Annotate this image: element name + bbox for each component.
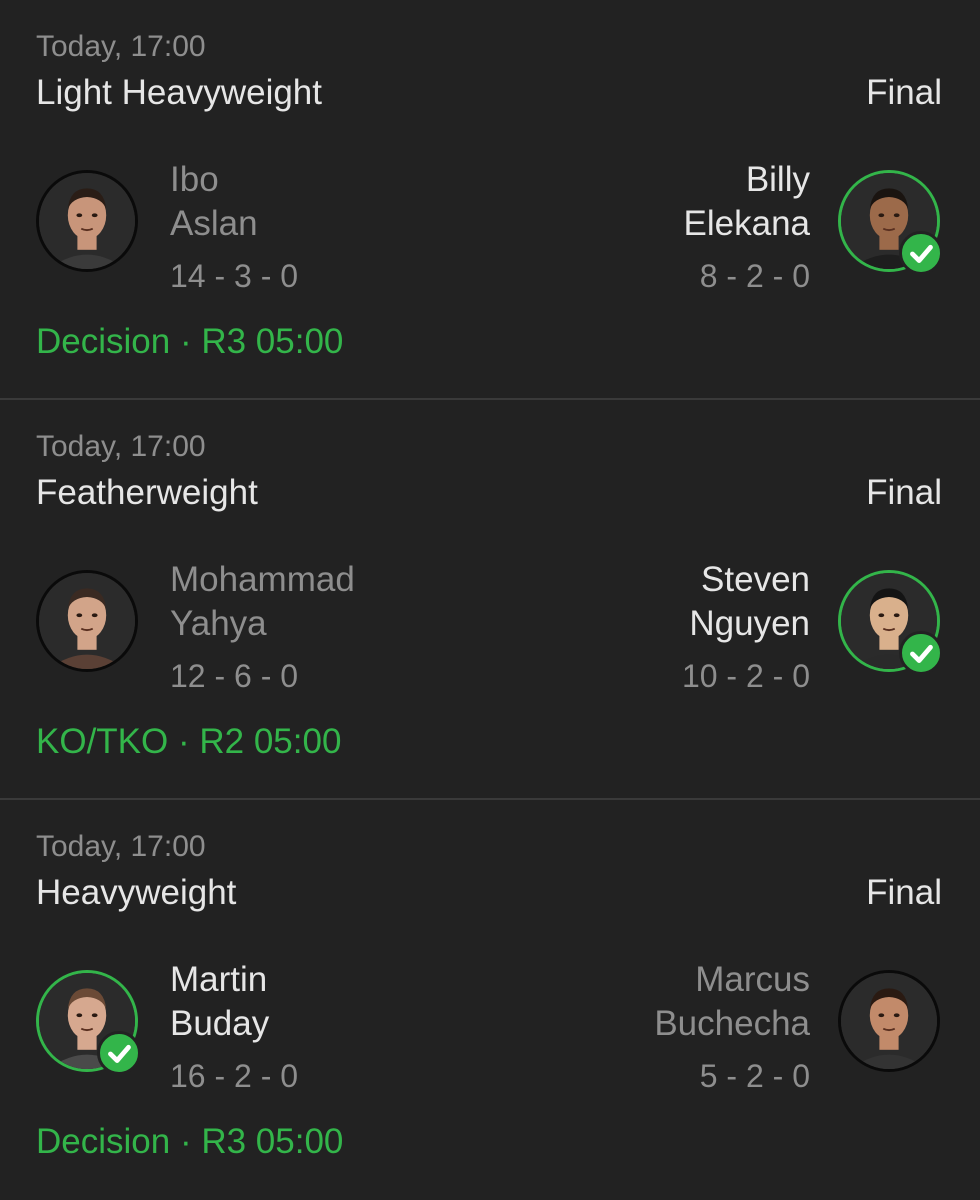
fighter-first-name: Billy [745, 160, 810, 199]
result-method: Decision [36, 1122, 171, 1161]
checkmark-icon [910, 244, 933, 263]
fight-card[interactable]: Today, 17:00 Featherweight Final Mohamma… [0, 400, 980, 800]
left-fighter-avatar[interactable] [36, 170, 138, 272]
result-separator: · [170, 1122, 202, 1161]
fighter-last-name: Buchecha [654, 1004, 810, 1043]
left-fighter-avatar[interactable] [36, 970, 141, 1075]
fighter-headshot [39, 173, 135, 269]
right-fighter-name[interactable]: Marcus Buchecha [654, 958, 810, 1046]
right-fighter-record: 8 - 2 - 0 [699, 258, 810, 294]
weight-class: Featherweight [36, 473, 258, 512]
fighter-last-name: Nguyen [689, 604, 810, 643]
fight-results-list: Today, 17:00 Light Heavyweight Final Ibo… [0, 0, 980, 1200]
fighter-first-name: Mohammad [170, 560, 355, 599]
fighter-headshot [39, 573, 135, 669]
left-fighter-record: 12 - 6 - 0 [170, 658, 299, 694]
result-round-time: R3 05:00 [201, 322, 344, 361]
result-method: Decision [36, 322, 171, 361]
result-separator: · [168, 722, 200, 761]
fight-status: Final [866, 873, 942, 912]
weight-class: Light Heavyweight [36, 73, 322, 112]
fight-status: Final [866, 73, 942, 112]
fight-time: Today, 17:00 [36, 430, 206, 463]
right-fighter-avatar[interactable] [838, 970, 940, 1072]
left-fighter-name[interactable]: Ibo Aslan [170, 158, 258, 246]
right-fighter-record: 10 - 2 - 0 [681, 658, 810, 694]
result-round-time: R3 05:00 [201, 1122, 344, 1161]
left-fighter-avatar[interactable] [36, 570, 138, 672]
fight-result: Decision · R3 05:00 [36, 1122, 343, 1162]
fighter-first-name: Martin [170, 960, 268, 999]
fight-result: Decision · R3 05:00 [36, 322, 343, 362]
winner-badge [97, 1031, 141, 1075]
result-separator: · [170, 322, 202, 361]
fighter-first-name: Marcus [695, 960, 810, 999]
fight-card[interactable]: Today, 17:00 Light Heavyweight Final Ibo… [0, 0, 980, 400]
fighter-last-name: Aslan [170, 204, 258, 243]
winner-badge [899, 631, 943, 675]
right-fighter-name[interactable]: Billy Elekana [684, 158, 810, 246]
left-fighter-record: 14 - 3 - 0 [170, 258, 299, 294]
fighter-last-name: Buday [170, 1004, 270, 1043]
fighter-first-name: Steven [701, 560, 810, 599]
left-fighter-record: 16 - 2 - 0 [170, 1058, 299, 1094]
weight-class: Heavyweight [36, 873, 237, 912]
right-fighter-avatar[interactable] [838, 170, 943, 275]
fight-card[interactable]: Today, 17:00 Heavyweight Final Martin Bu… [0, 800, 980, 1200]
left-fighter-name[interactable]: Mohammad Yahya [170, 558, 355, 646]
checkmark-icon [910, 644, 933, 663]
fighter-last-name: Elekana [683, 204, 810, 243]
fight-time: Today, 17:00 [36, 30, 206, 63]
result-round-time: R2 05:00 [199, 722, 342, 761]
right-fighter-record: 5 - 2 - 0 [699, 1058, 810, 1094]
checkmark-icon [108, 1044, 131, 1063]
right-fighter-avatar[interactable] [838, 570, 943, 675]
fighter-last-name: Yahya [170, 604, 267, 643]
fight-time: Today, 17:00 [36, 830, 206, 863]
fight-result: KO/TKO · R2 05:00 [36, 722, 341, 762]
fighter-first-name: Ibo [170, 160, 219, 199]
left-fighter-name[interactable]: Martin Buday [170, 958, 269, 1046]
fighter-headshot [841, 973, 937, 1069]
right-fighter-name[interactable]: Steven Nguyen [689, 558, 810, 646]
winner-badge [899, 231, 943, 275]
result-method: KO/TKO [36, 722, 169, 761]
fight-status: Final [866, 473, 942, 512]
